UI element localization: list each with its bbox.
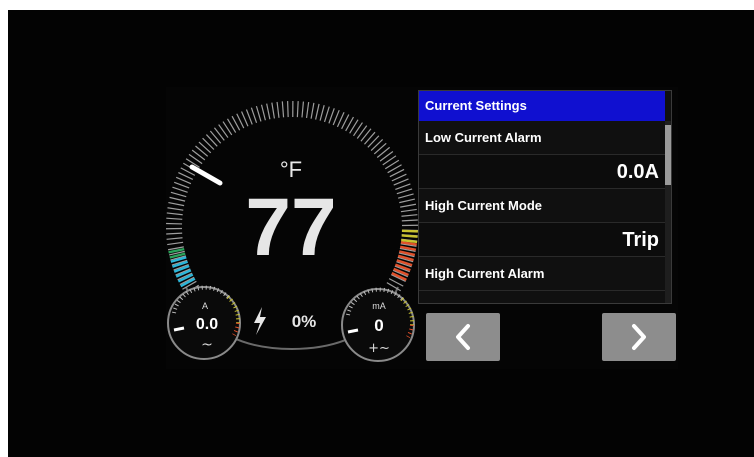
gauge-tick — [370, 139, 384, 152]
gauge-tick — [396, 188, 413, 195]
gauge-tick — [281, 101, 285, 118]
gauge-tick — [328, 108, 335, 124]
setting-label-high-current-alarm[interactable]: High Current Alarm — [419, 257, 665, 291]
current-gauge-value: 0.0 — [196, 316, 218, 333]
setting-value-high-current-mode[interactable]: Trip — [419, 223, 665, 257]
settings-panel-title: Current Settings — [419, 91, 665, 121]
controller-display: °F 77 A 0.0 ~ 0% mA 0 +~ Current Setting… — [166, 87, 678, 369]
gauge-tick — [400, 203, 417, 208]
warm-band — [401, 229, 418, 233]
gauge-tick — [310, 102, 315, 119]
gauge-tick — [393, 178, 409, 186]
setting-label-high-current-mode[interactable]: High Current Mode — [419, 189, 665, 223]
gauge-tick — [170, 191, 187, 198]
leakage-gauge-unit: mA — [372, 301, 386, 311]
dc-ac-wave-icon: +~ — [368, 341, 390, 356]
gauge-tick — [271, 102, 276, 119]
next-button[interactable] — [602, 313, 676, 361]
gauge-tick — [166, 212, 183, 216]
gauge-tick — [166, 217, 183, 220]
gauge-tick — [167, 241, 184, 246]
gauge-tick — [319, 105, 325, 121]
settings-panel: Current Settings Low Current Alarm 0.0A … — [418, 90, 672, 304]
gauge-tick — [266, 103, 271, 120]
chevron-right-icon — [632, 324, 646, 350]
gauge-tick — [399, 198, 416, 204]
setting-label-low-current-alarm[interactable]: Low Current Alarm — [419, 121, 665, 155]
gauge-tick — [166, 232, 183, 235]
current-gauge-unit: A — [202, 301, 208, 311]
gauge-tick — [172, 186, 188, 193]
gauge-tick — [245, 109, 253, 125]
gauge-needle — [189, 164, 223, 186]
gauge-tick — [401, 219, 418, 222]
gauge-tick — [305, 102, 310, 119]
ac-wave-icon: ~ — [201, 337, 213, 353]
chevron-left-icon — [456, 324, 470, 350]
current-gauge: A 0.0 ~ — [167, 285, 241, 360]
gauge-tick — [175, 176, 192, 185]
gauge-tick — [250, 107, 258, 124]
previous-button[interactable] — [426, 313, 500, 361]
gauge-tick — [287, 101, 289, 118]
gauge-tick — [401, 214, 418, 217]
gauge-tick — [255, 105, 262, 122]
gauge-tick — [367, 135, 380, 148]
gauge-tick — [323, 106, 330, 123]
gauge-tick — [395, 183, 411, 190]
settings-scrollbar[interactable] — [665, 121, 671, 303]
gauge-tick — [166, 237, 183, 240]
temperature-unit: °F — [280, 157, 302, 182]
gauge-tick — [241, 111, 249, 127]
warm-band — [401, 234, 418, 238]
lightning-bolt-icon — [254, 307, 266, 335]
gauge-tick — [169, 196, 186, 202]
setting-value-low-current-alarm[interactable]: 0.0A — [419, 155, 665, 189]
power-percent: 0% — [292, 312, 317, 331]
gauge-tick — [198, 141, 212, 154]
gauge-tick — [173, 181, 190, 189]
gauge-tick — [205, 134, 218, 147]
gauge-tick — [296, 101, 299, 118]
screen-frame: °F 77 A 0.0 ~ 0% mA 0 +~ Current Setting… — [8, 10, 754, 457]
scrollbar-thumb[interactable] — [665, 125, 671, 185]
temperature-gauge: °F 77 A 0.0 ~ 0% mA 0 +~ — [166, 100, 418, 362]
gauge-tick — [315, 103, 320, 120]
gauge-tick — [260, 104, 266, 121]
gauge-tick — [397, 193, 414, 199]
temperature-value: 77 — [245, 182, 336, 273]
gauge-tick — [202, 137, 215, 150]
gauge-tick — [400, 208, 417, 213]
gauge-tick — [276, 101, 280, 118]
leakage-gauge-value: 0 — [374, 316, 383, 335]
gauge-tick — [332, 109, 340, 126]
gauge-tick — [167, 207, 184, 211]
leakage-gauge: mA 0 +~ — [341, 287, 415, 362]
gauge-tick — [301, 101, 305, 118]
gauge-tick — [168, 201, 185, 207]
